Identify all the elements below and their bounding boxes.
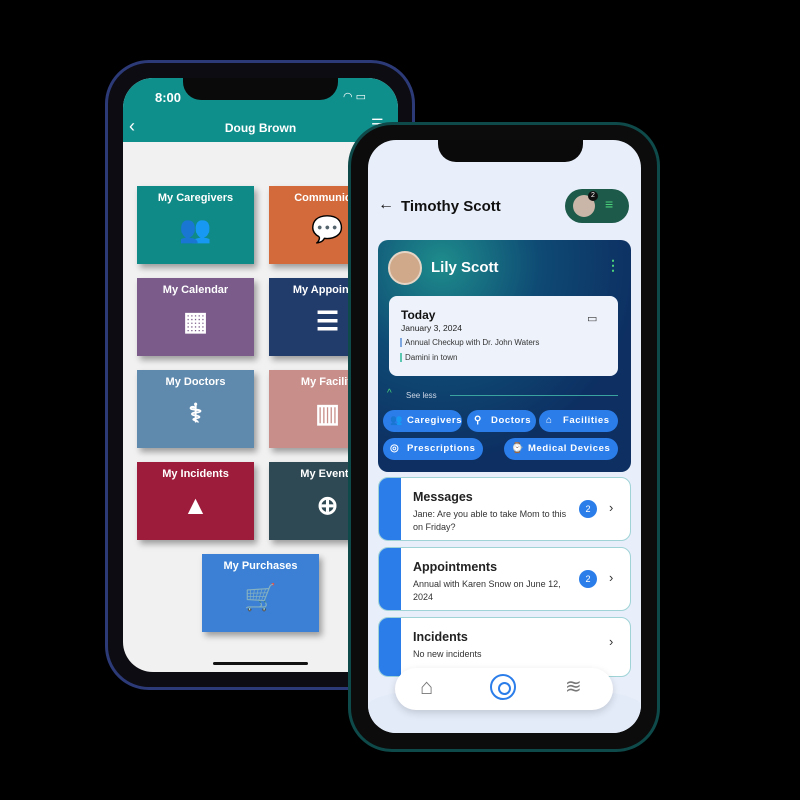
watch-icon: ⌚	[511, 443, 525, 454]
tile-label: My Caregivers	[157, 192, 234, 204]
chip-medical-devices[interactable]: ⌚ Medical Devices	[504, 438, 618, 460]
chip-label: Prescriptions	[407, 443, 476, 454]
card-messages[interactable]: Messages Jane: Are you able to take Mom t…	[378, 477, 631, 541]
chip-caregivers[interactable]: 👥 Caregivers	[383, 410, 462, 432]
count-badge: 2	[579, 570, 597, 588]
card-accent	[379, 478, 401, 540]
calendar-icon: ▦	[183, 306, 208, 336]
avatar-badge: 2	[588, 191, 598, 201]
notch	[438, 140, 583, 162]
event-item[interactable]: Damini in town	[400, 353, 457, 362]
layers-icon[interactable]: ≋	[565, 674, 582, 699]
home-indicator	[213, 662, 308, 665]
account-menu-button[interactable]: 2 ≡	[565, 189, 629, 223]
warning-icon: ▲	[182, 490, 209, 520]
card-title: Appointments	[413, 560, 498, 574]
bottom-nav: ⌂ ≋	[395, 668, 613, 710]
event-item[interactable]: Annual Checkup with Dr. John Waters	[400, 338, 539, 347]
home-icon[interactable]: ⌂	[420, 674, 433, 700]
today-card: Today January 3, 2024 ▭ Annual Checkup w…	[389, 296, 618, 376]
divider	[450, 395, 618, 396]
tile-label: My Calendar	[162, 284, 229, 296]
home-icon: ⌂	[546, 415, 553, 426]
tile-my-purchases[interactable]: My Purchases 🛒	[202, 554, 319, 632]
chevron-right-icon: ›	[609, 570, 614, 585]
today-date: January 3, 2024	[401, 323, 462, 333]
chip-prescriptions[interactable]: ◎ Prescriptions	[383, 438, 483, 460]
profile-avatar	[388, 251, 422, 285]
swirl-icon[interactable]	[490, 674, 516, 700]
profile-name: Lily Scott	[431, 259, 499, 276]
group-icon: 👥	[179, 214, 212, 244]
left-title: Doug Brown	[224, 121, 297, 135]
card-desc: Jane: Are you able to take Mom to this o…	[413, 509, 567, 532]
tile-my-caregivers[interactable]: My Caregivers 👥	[137, 186, 254, 264]
people-icon: 👥	[390, 415, 404, 426]
tile-my-doctors[interactable]: My Doctors ⚕	[137, 370, 254, 448]
person-add-icon: ⚲	[474, 415, 482, 426]
wifi-battery-icon: ◠ ▭	[343, 91, 367, 103]
card-desc: No new incidents	[413, 649, 482, 659]
count-badge: 2	[579, 500, 597, 518]
chevron-right-icon: ›	[609, 500, 614, 515]
tile-label: My Doctors	[165, 376, 226, 388]
back-arrow-icon[interactable]: ←	[378, 196, 394, 214]
cart-icon: 🛒	[244, 582, 277, 612]
card-desc: Annual with Karen Snow on June 12, 2024	[413, 579, 561, 602]
today-label: Today	[401, 308, 436, 322]
chip-label: Facilities	[563, 415, 610, 426]
chip-facilities[interactable]: ⌂ Facilities	[539, 410, 618, 432]
tile-my-calendar[interactable]: My Calendar ▦	[137, 278, 254, 356]
see-less-toggle[interactable]: See less	[406, 391, 437, 400]
chevron-right-icon: ›	[609, 634, 614, 649]
card-accent	[379, 548, 401, 610]
card-title: Messages	[413, 490, 473, 504]
chip-label: Doctors	[491, 415, 532, 426]
pill-icon: ◎	[390, 443, 400, 454]
page-title: Timothy Scott	[401, 198, 501, 215]
tile-my-incidents[interactable]: My Incidents ▲	[137, 462, 254, 540]
chip-doctors[interactable]: ⚲ Doctors	[467, 410, 536, 432]
chevron-up-icon[interactable]: ^	[387, 388, 392, 399]
chip-label: Caregivers	[407, 415, 463, 426]
doctor-icon: ⚕	[188, 398, 203, 428]
tile-label: My Purchases	[223, 560, 298, 572]
calendar-icon[interactable]: ▭	[587, 312, 597, 325]
hamburger-icon: ≡	[605, 196, 614, 212]
profile-card: Lily Scott ⋮ Today January 3, 2024 ▭ Ann…	[378, 240, 631, 472]
notch	[183, 78, 338, 100]
status-time: 8:00	[155, 90, 182, 105]
chip-label: Medical Devices	[528, 443, 611, 454]
tile-label: My Incidents	[162, 468, 229, 480]
card-title: Incidents	[413, 630, 468, 644]
card-accent	[379, 618, 401, 676]
right-phone-screen: ← Timothy Scott 2 ≡ Lily Scott ⋮ Today J…	[368, 140, 641, 733]
card-appointments[interactable]: Appointments Annual with Karen Snow on Ju…	[378, 547, 631, 611]
more-options-icon[interactable]: ⋮	[606, 257, 620, 274]
